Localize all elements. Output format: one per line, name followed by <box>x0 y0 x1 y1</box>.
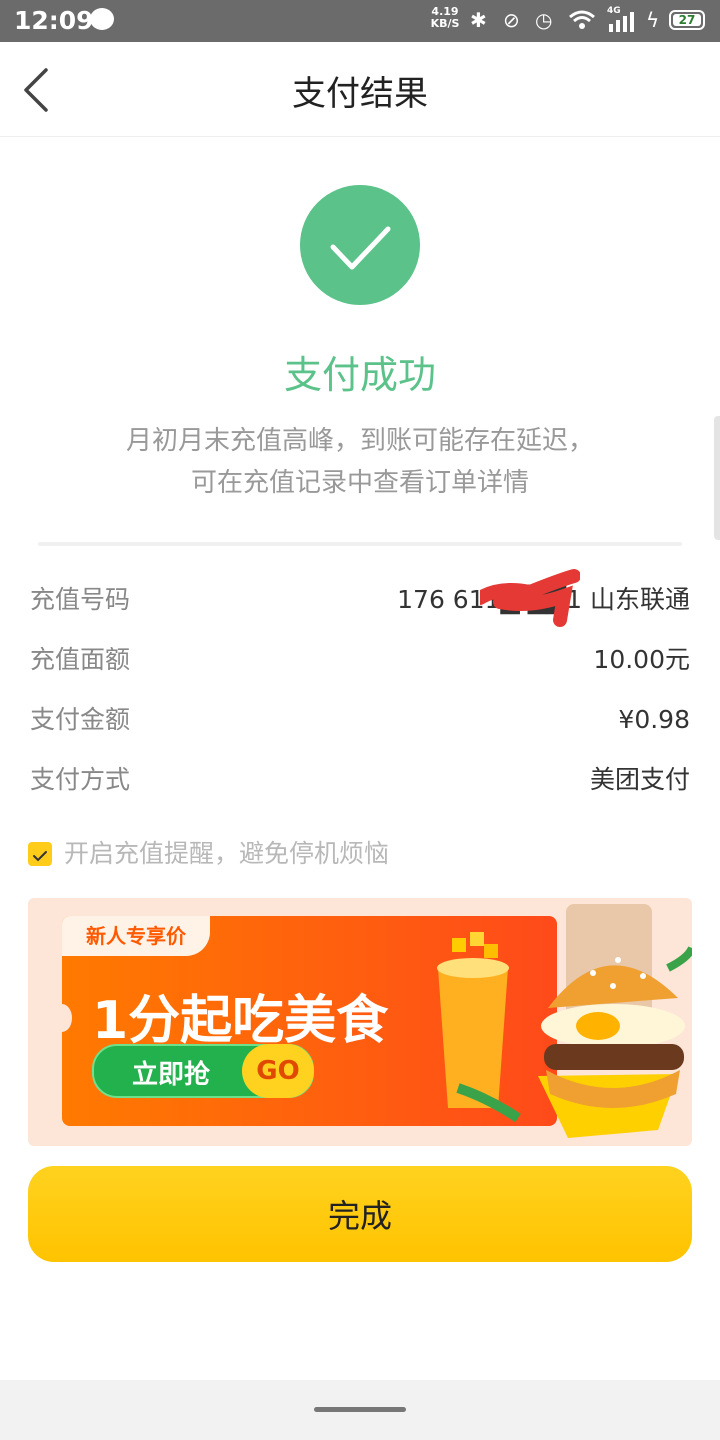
success-check-icon <box>300 185 420 305</box>
system-nav-bar <box>0 1380 720 1440</box>
coupon-notch <box>52 1004 72 1032</box>
status-bar: 12:09 4.19 KB/S ✱ ⊘ ◷ 4G ϟ 27 <box>0 0 720 42</box>
delay-notice: 月初月末充值高峰，到账可能存在延迟， 可在充值记录中查看订单详情 <box>0 420 720 504</box>
reminder-checkbox[interactable] <box>28 842 52 866</box>
detail-row-paid-amount: 支付金额 ¥0.98 <box>30 700 690 740</box>
notice-line-2: 可在充值记录中查看订单详情 <box>190 468 529 498</box>
signal-icon <box>609 12 634 32</box>
wifi-icon <box>569 10 595 29</box>
status-time: 12:09 <box>14 6 94 35</box>
detail-label: 支付方式 <box>30 765 131 794</box>
side-drawer-handle[interactable] <box>714 416 720 540</box>
top-bar: 支付结果 <box>0 42 720 137</box>
go-badge: GO <box>242 1044 314 1098</box>
grab-now-button[interactable]: 立即抢 GO <box>92 1044 314 1098</box>
network-speed-unit: KB/S <box>430 17 460 30</box>
detail-value: 10.00元 <box>593 645 690 674</box>
detail-row-payment-method: 支付方式 美团支付 <box>30 760 690 800</box>
home-gesture-bar[interactable] <box>314 1407 406 1412</box>
battery-level: 27 <box>673 14 701 26</box>
done-button[interactable]: 完成 <box>28 1166 692 1262</box>
detail-value: 美团支付 <box>589 765 690 794</box>
detail-value: ¥0.98 <box>618 705 690 734</box>
reminder-text: 开启充值提醒，避免停机烦恼 <box>64 839 390 868</box>
detail-label: 支付金额 <box>30 705 131 734</box>
wechat-notification-icon <box>90 8 114 30</box>
grab-now-label: 立即抢 <box>132 1060 211 1090</box>
network-speed: 4.19 KB/S <box>430 6 460 30</box>
check-icon <box>33 851 47 862</box>
charging-icon: ϟ <box>646 8 660 32</box>
bluetooth-icon: ✱ <box>470 8 487 32</box>
detail-label: 充值面额 <box>30 645 131 674</box>
burger-drink-illustration <box>437 904 692 1138</box>
notice-line-1: 月初月末充值高峰，到账可能存在延迟， <box>125 426 594 456</box>
mute-icon: ⊘ <box>503 8 520 32</box>
detail-row-denomination: 充值面额 10.00元 <box>30 640 690 680</box>
new-user-tag: 新人专享价 <box>62 916 210 956</box>
success-title: 支付成功 <box>283 353 436 397</box>
detail-label: 充值号码 <box>30 585 131 614</box>
redaction-scribble <box>480 569 580 627</box>
page-title: 支付结果 <box>292 74 428 114</box>
battery-icon: 27 <box>669 10 705 30</box>
alarm-icon: ◷ <box>535 8 553 32</box>
banner-headline: 1分起吃美食 <box>92 991 389 1051</box>
promo-banner[interactable]: 新人专享价 1分起吃美食 立即抢 GO <box>28 898 692 1146</box>
section-divider <box>38 542 682 546</box>
detail-row-phone: 充值号码 176 611█ ██1 山东联通 <box>30 580 690 620</box>
